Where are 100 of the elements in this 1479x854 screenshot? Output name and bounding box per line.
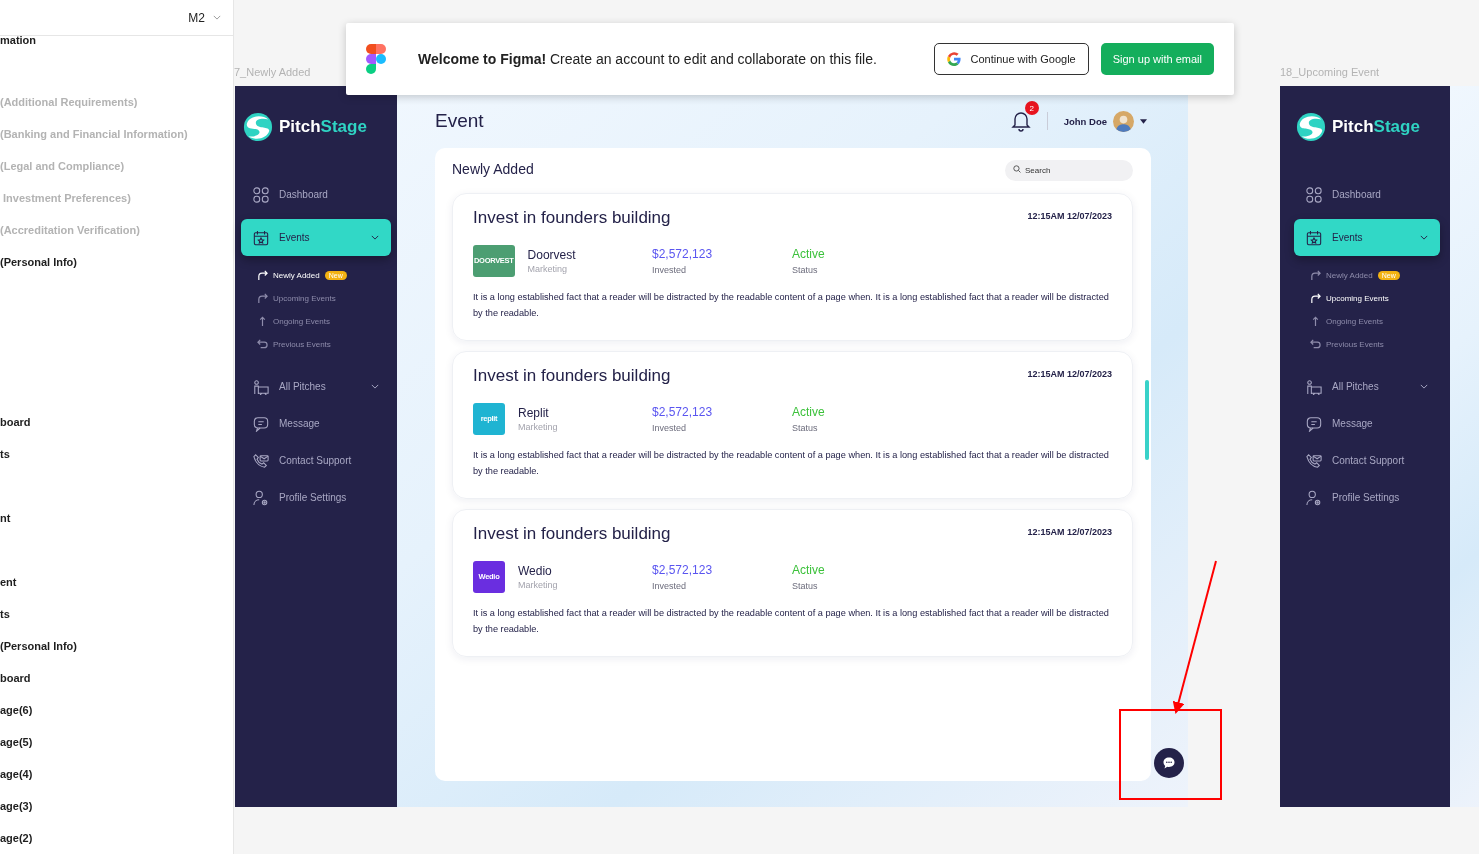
google-icon [946, 52, 961, 66]
invested-label: Invested [652, 422, 688, 433]
chat-button[interactable] [1154, 748, 1184, 778]
layer-item[interactable]: age(2) [0, 822, 233, 854]
redo-arrow-icon [257, 293, 268, 304]
layer-item[interactable]: mation [0, 36, 233, 54]
nav-item[interactable]: All Pitches [241, 368, 391, 405]
sub-nav-item[interactable]: Upcoming Events [1310, 287, 1440, 310]
nav-item[interactable]: All Pitches [1294, 368, 1440, 405]
sub-nav-item[interactable]: Previous Events [1310, 333, 1440, 356]
brand-name: Pitch [1332, 117, 1374, 137]
company-name: Doorvest [527, 247, 576, 262]
brand-name: Stage [1373, 117, 1420, 137]
layer-item[interactable]: age(4) [0, 758, 233, 790]
redo-arrow-icon [1310, 293, 1321, 304]
undo-arrow-icon [1310, 339, 1321, 350]
logo-icon [1296, 112, 1326, 142]
invested-amount: $2,572,123 [652, 246, 714, 261]
nav-item[interactable]: Contact Support [1294, 442, 1440, 479]
user-menu[interactable]: John Doe [1063, 110, 1147, 132]
chevron-icon [1420, 235, 1428, 240]
notification-button[interactable]: 2 [1010, 101, 1039, 132]
company-category: Marketing [518, 421, 558, 432]
sub-nav-item[interactable]: Ongoing Events [257, 310, 391, 333]
up-arrow-icon [257, 316, 268, 327]
status-label: Status [792, 422, 819, 433]
event-time: 12:15AM 12/07/2023 [1027, 369, 1112, 379]
nav-item[interactable]: Events [1294, 219, 1440, 256]
chat-icon [1306, 415, 1322, 432]
search-field[interactable]: Search [1005, 159, 1133, 181]
nav-item[interactable]: Profile Settings [241, 479, 391, 516]
status-label: Status [792, 580, 819, 591]
nav-item[interactable]: Message [241, 405, 391, 442]
brand-name: Pitch [279, 117, 321, 137]
page-title: Event [435, 110, 484, 132]
event-title: Invest in founders building [473, 366, 671, 386]
user-gear-icon [253, 489, 269, 506]
google-button[interactable]: Continue with Google [933, 43, 1089, 75]
layer-item[interactable]: (Personal Info) [0, 630, 233, 662]
layer-item[interactable]: ts [0, 598, 233, 630]
layer-item[interactable]: ent [0, 566, 233, 598]
caret-icon [1140, 118, 1147, 124]
logo-icon [243, 112, 273, 142]
invested-label: Invested [652, 580, 688, 591]
presenter-icon [253, 378, 269, 395]
grid-icon [1306, 186, 1322, 203]
event-description: It is a long established fact that a reader will be distracted by the readable content of a page when. It is a long established fact that a reader will be distracted by the readable. [473, 607, 1110, 636]
layer-item[interactable]: ts [0, 438, 233, 470]
undo-arrow-icon [257, 339, 268, 350]
sub-nav-item[interactable]: Ongoing Events [1310, 310, 1440, 333]
layer-item[interactable]: (Personal Info) [0, 246, 233, 278]
event-description: It is a long established fact that a reader will be distracted by the readable content of a page when. It is a long established fact that a reader will be distracted by the readable. [473, 449, 1110, 478]
scrollbar-thumb[interactable] [1145, 380, 1149, 460]
layer-item[interactable]: board [0, 406, 233, 438]
status-label: Status [792, 264, 819, 275]
figma-logo-icon [366, 44, 386, 74]
phone-mail-icon [253, 452, 269, 469]
brand-name: Stage [320, 117, 367, 137]
status-value: Active [792, 246, 825, 261]
nav-item[interactable]: Profile Settings [1294, 479, 1440, 516]
banner-message: Welcome to Figma! Create an account to edit and collaborate on this file. [418, 51, 878, 67]
user-gear-icon [1306, 489, 1322, 506]
search-icon [1013, 165, 1021, 173]
phone-mail-icon [1306, 452, 1322, 469]
chevron-icon [371, 235, 379, 240]
nav-item[interactable]: Dashboard [241, 176, 391, 213]
event-title: Invest in founders building [473, 208, 671, 228]
section-title: Newly Added [452, 161, 534, 177]
calendar-icon [1306, 229, 1322, 246]
sub-nav-item[interactable]: Upcoming Events [257, 287, 391, 310]
presenter-icon [1306, 378, 1322, 395]
chat-icon [253, 415, 269, 432]
invested-amount: $2,572,123 [652, 404, 714, 419]
company-name: Replit [518, 405, 550, 420]
up-arrow-icon [1310, 316, 1321, 327]
page-selector[interactable]: M2 [188, 8, 221, 27]
chevron-icon [213, 15, 221, 20]
layer-item[interactable]: nt [0, 502, 233, 534]
event-title: Invest in founders building [473, 524, 671, 544]
redo-arrow-icon [1310, 270, 1321, 281]
bell-icon [1010, 110, 1031, 132]
nav-item[interactable]: Events [241, 219, 391, 256]
nav-item[interactable]: Contact Support [241, 442, 391, 479]
sub-nav-item[interactable]: Previous Events [257, 333, 391, 356]
nav-item[interactable]: Message [1294, 405, 1440, 442]
event-time: 12:15AM 12/07/2023 [1027, 211, 1112, 221]
status-value: Active [792, 562, 825, 577]
chat-icon [1162, 756, 1176, 770]
company-category: Marketing [527, 263, 569, 274]
nav-item[interactable]: Dashboard [1294, 176, 1440, 213]
status-value: Active [792, 404, 825, 419]
event-time: 12:15AM 12/07/2023 [1027, 527, 1112, 537]
layer-item[interactable]: age(5) [0, 726, 233, 758]
event-description: It is a long established fact that a reader will be distracted by the readable content of a page when. It is a long established fact that a reader will be distracted by the readable. [473, 291, 1110, 320]
layer-item[interactable]: board [0, 662, 233, 694]
avatar-icon [1113, 110, 1134, 132]
company-category: Marketing [518, 579, 558, 590]
layer-item[interactable]: age(3) [0, 790, 233, 822]
invested-amount: $2,572,123 [652, 562, 714, 577]
layer-item[interactable]: age(6) [0, 694, 233, 726]
